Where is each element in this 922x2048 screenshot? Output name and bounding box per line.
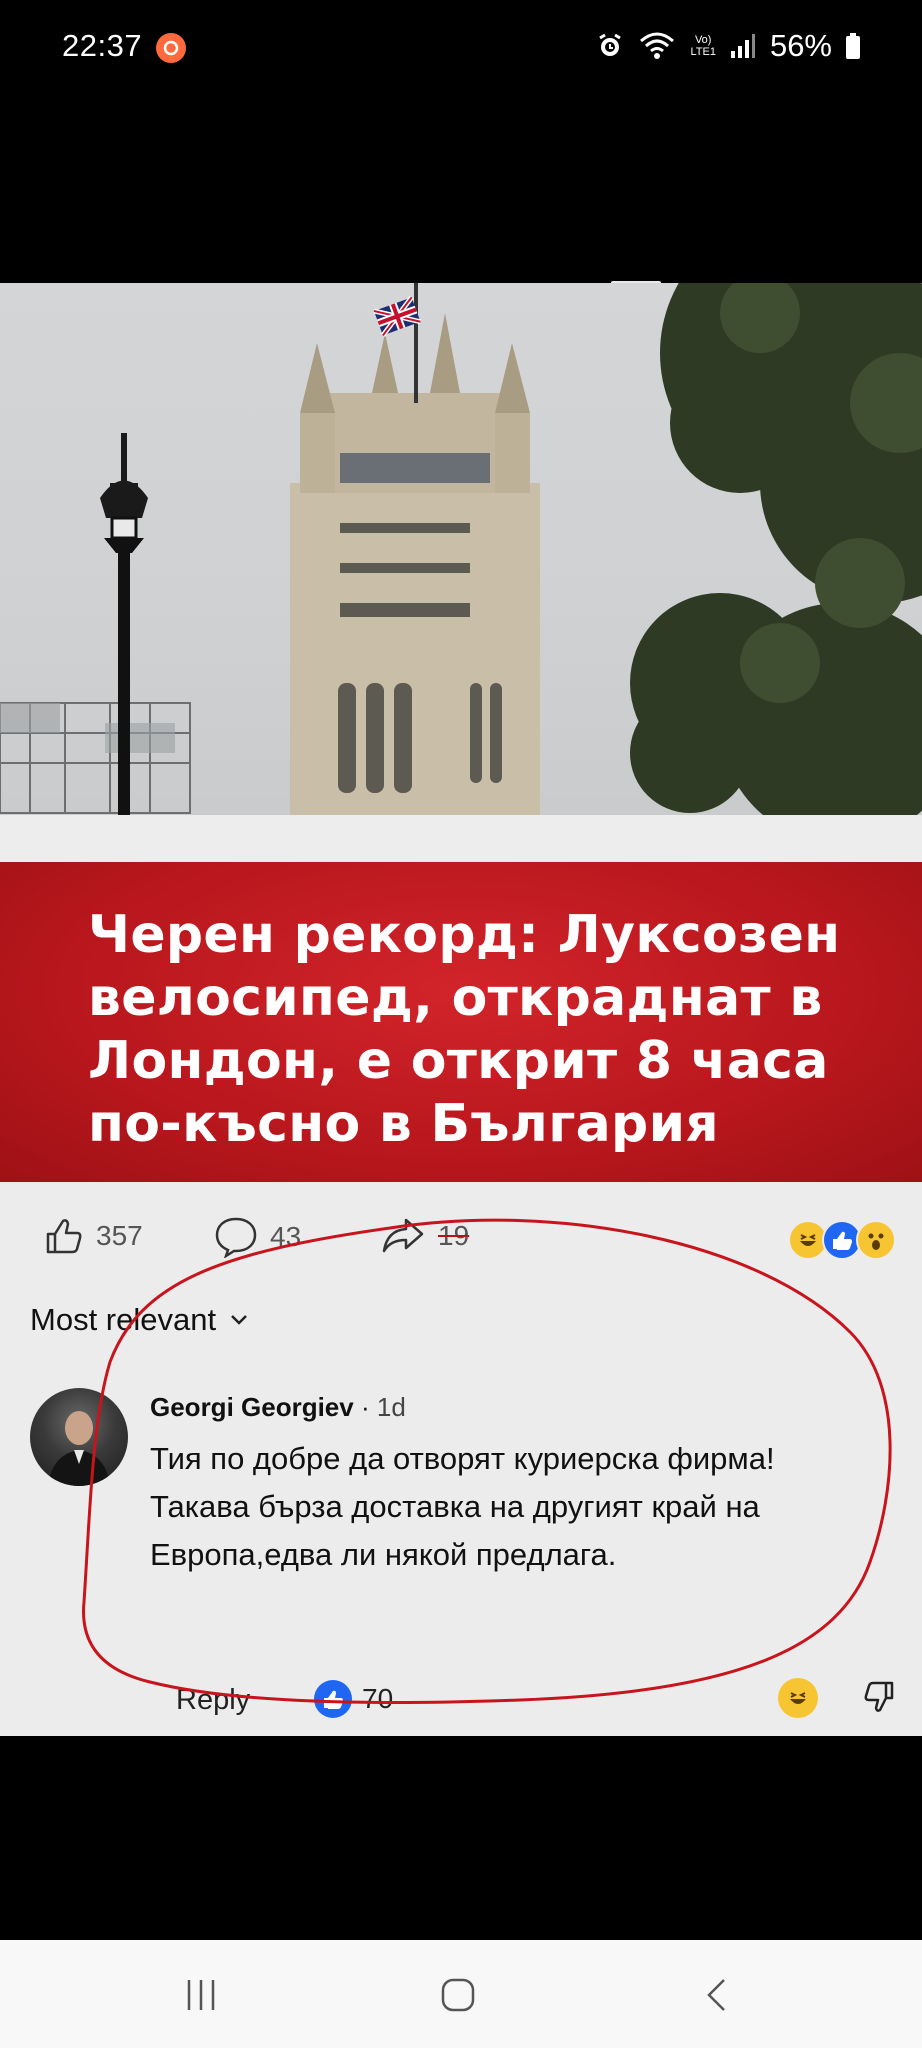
headline-banner[interactable]: Черен рекорд: Луксозен велосипед, открад…	[0, 862, 922, 1182]
haha-reaction-icon[interactable]	[778, 1678, 818, 1718]
comment-like-count[interactable]: 70	[314, 1680, 393, 1718]
banner-gap	[0, 815, 922, 862]
comment-actions: Reply 70	[150, 1676, 910, 1726]
wifi-icon	[638, 31, 676, 61]
battery-icon	[846, 33, 860, 59]
wow-icon	[856, 1220, 896, 1260]
share-count: 19	[438, 1220, 470, 1251]
share-arrow-icon	[382, 1218, 424, 1253]
comment-time[interactable]: 1d	[377, 1392, 406, 1422]
comment-sort-dropdown[interactable]: Most relevant	[30, 1302, 248, 1338]
back-button[interactable]	[686, 1970, 746, 2020]
bottom-letterbox	[0, 1736, 922, 1940]
alarm-icon	[596, 32, 624, 60]
like-badge-icon	[314, 1680, 352, 1718]
action-row: 357 43 19	[0, 1216, 922, 1276]
reaction-summary[interactable]	[788, 1220, 896, 1260]
signal-icon	[730, 33, 756, 59]
status-indicators: Vo) LTE1 56%	[596, 28, 860, 64]
comment-button[interactable]: 43	[214, 1216, 301, 1258]
comment-header: Georgi Georgiev · 1d	[150, 1392, 870, 1423]
home-icon	[441, 1978, 475, 2012]
thumbs-up-icon	[46, 1219, 82, 1254]
comment-bubble-icon	[215, 1217, 257, 1258]
status-time: 22:37	[62, 28, 143, 63]
comment-text: Тия по добре да отворят куриерска фирма!…	[150, 1441, 775, 1572]
share-button[interactable]: 19	[380, 1216, 469, 1256]
avatar[interactable]	[30, 1388, 128, 1486]
dislike-icon[interactable]	[862, 1680, 896, 1721]
back-icon	[707, 1979, 725, 2011]
battery-percent: 56%	[769, 28, 832, 63]
article-headline: Черен рекорд: Луксозен велосипед, открад…	[88, 905, 841, 1154]
comment-author[interactable]: Georgi Georgiev	[150, 1392, 354, 1422]
comment-count: 43	[270, 1221, 302, 1252]
recents-button[interactable]	[171, 1970, 231, 2020]
status-bar: 22:37 Vo) LTE1 56%	[0, 0, 922, 90]
separator-dot: ·	[360, 1392, 377, 1422]
post-interactions: 357 43 19 Most relevant Georgi Georgiev …	[0, 1182, 922, 1736]
comment-bubble[interactable]: Georgi Georgiev · 1d Тия по добре да отв…	[150, 1392, 870, 1579]
notification-app-icon	[156, 33, 186, 63]
reply-button[interactable]: Reply	[176, 1684, 250, 1717]
system-nav-bar	[0, 1940, 922, 2048]
like-button[interactable]: 357	[44, 1216, 143, 1256]
like-count: 357	[96, 1220, 143, 1251]
lte-icon: Vo) LTE1	[690, 34, 716, 58]
comment-like-number: 70	[362, 1683, 394, 1714]
home-button[interactable]	[428, 1970, 488, 2020]
chevron-down-icon	[231, 1315, 247, 1325]
article-photo[interactable]	[0, 283, 922, 815]
sort-label: Most relevant	[30, 1302, 217, 1337]
recents-icon	[187, 1980, 215, 2010]
screen: 22:37 Vo) LTE1 56% Черен рекорд: Луксозе…	[0, 0, 922, 2048]
